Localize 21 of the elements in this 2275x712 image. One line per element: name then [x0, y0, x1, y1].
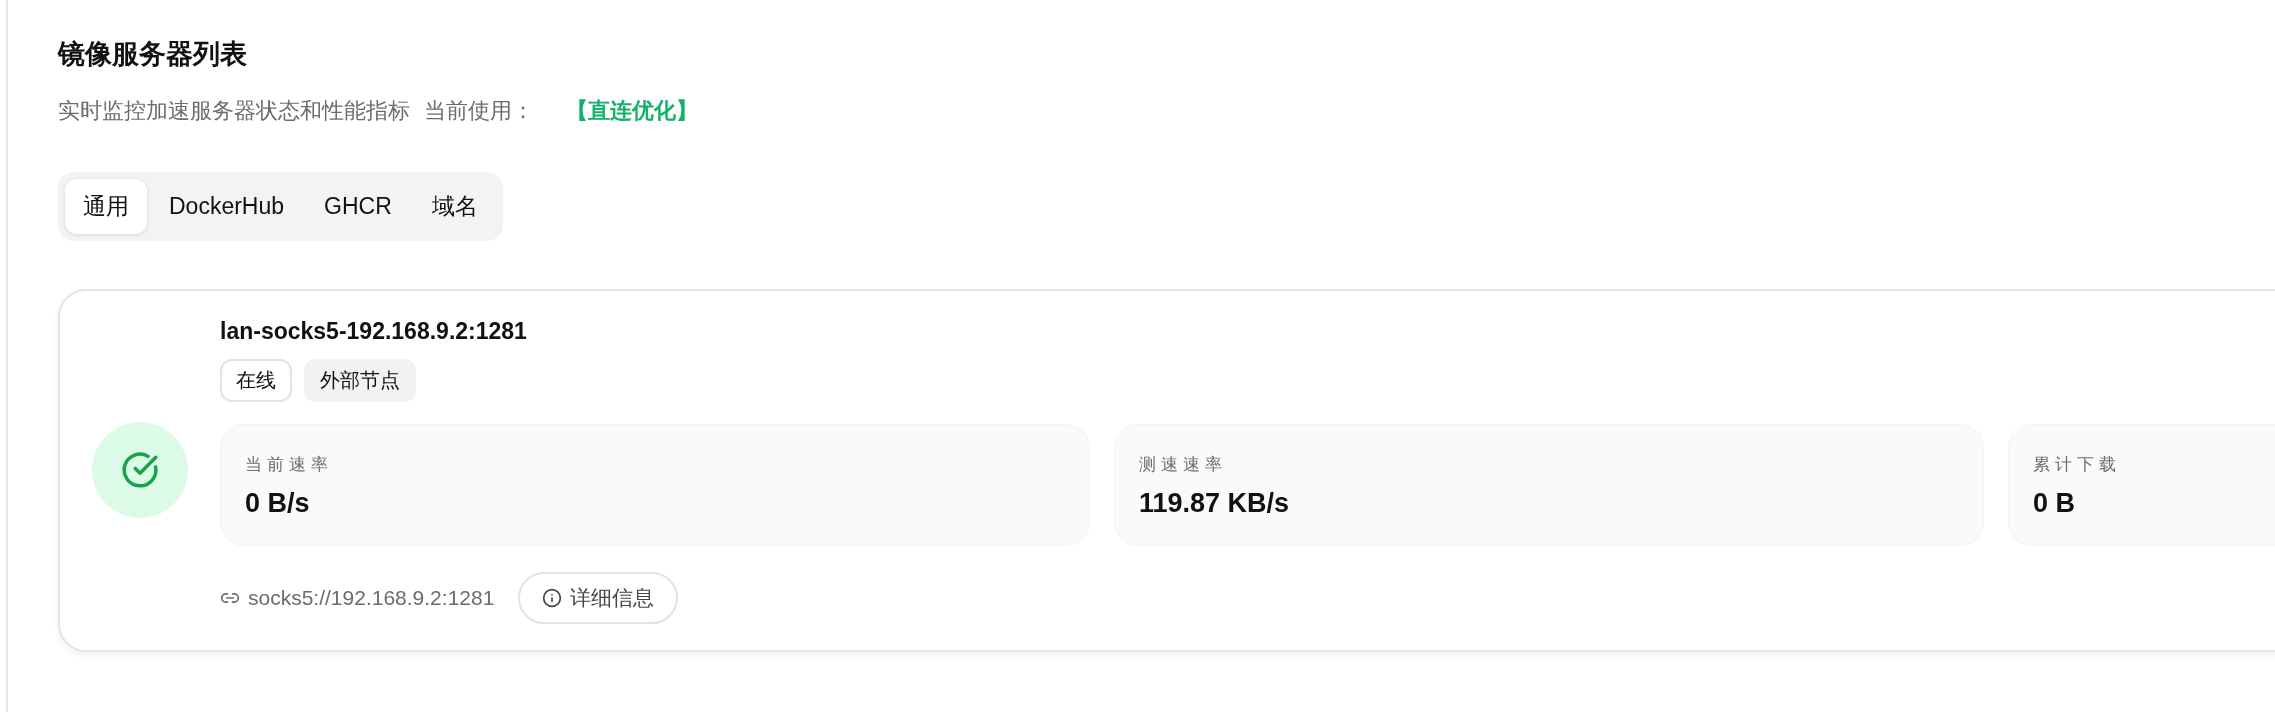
page-description: 实时监控加速服务器状态和性能指标 [58, 97, 410, 125]
server-name: lan-socks5-192.168.9.2:1281 [220, 317, 528, 346]
stat-label: 测速速率 [1139, 454, 1229, 476]
tab[interactable]: GHCR [306, 179, 410, 234]
details-button[interactable]: 详细信息 [518, 572, 679, 624]
tab[interactable]: 通用 [65, 179, 147, 234]
status-tag: 外部节点 [304, 359, 416, 402]
stat-label: 累计下载 [2033, 454, 2123, 476]
server-address: socks5://192.168.9.2:1281 [248, 586, 495, 610]
current-label: 当前使用： [424, 97, 534, 125]
info-icon [542, 588, 563, 608]
stat-value: 0 B [2033, 488, 2077, 519]
check-circle-icon [121, 450, 159, 489]
tab[interactable]: 域名 [413, 179, 496, 234]
current-mode: 【直连优化】 [566, 97, 698, 125]
stat-label: 当前速率 [245, 454, 335, 476]
page-title: 镜像服务器列表 [58, 38, 248, 71]
status-tag: 在线 [220, 359, 292, 402]
stat-value: 0 B/s [245, 488, 311, 519]
stat-value: 119.87 KB/s [1139, 488, 1291, 519]
tab[interactable]: DockerHub [151, 179, 303, 234]
